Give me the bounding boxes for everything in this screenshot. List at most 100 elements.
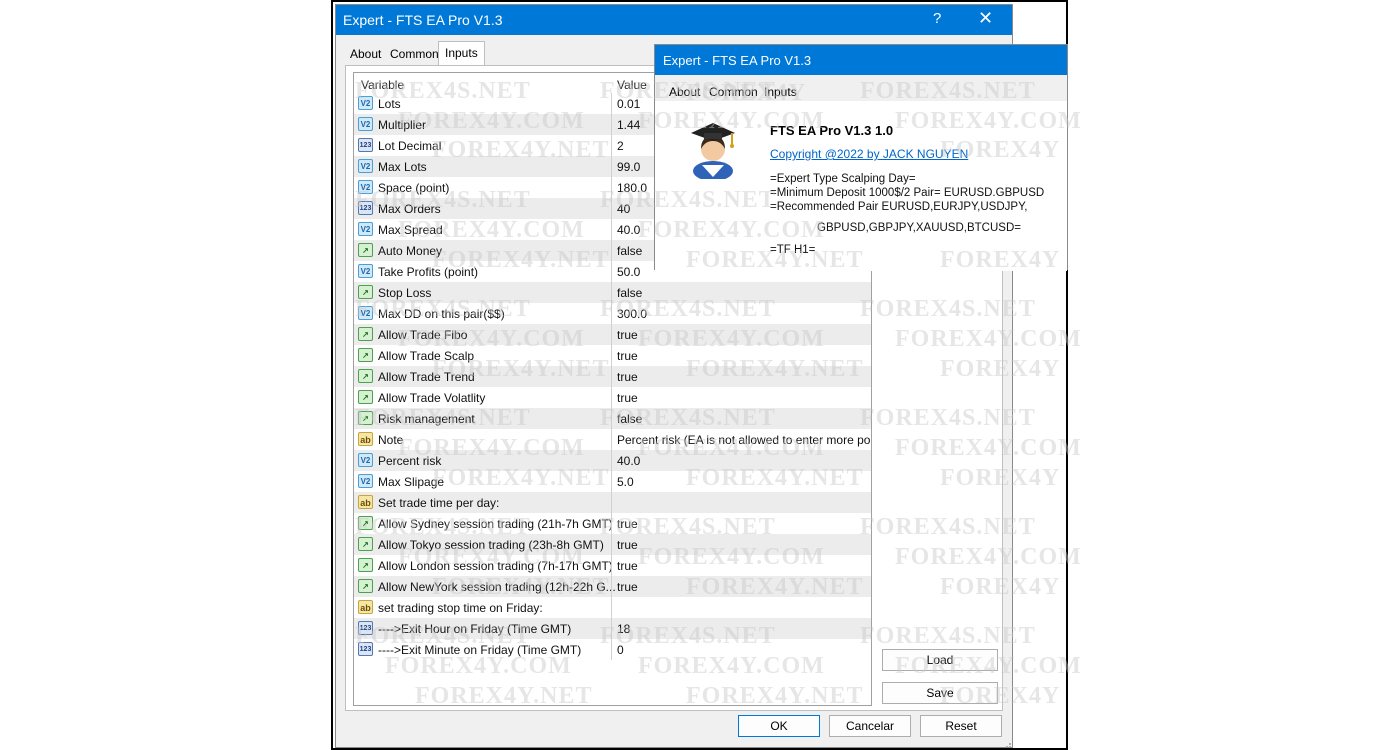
input-row[interactable]: 123 ---->Exit Hour on Friday (Time GMT) 18 xyxy=(354,618,871,639)
resize-grip-icon[interactable] xyxy=(1003,740,1012,749)
reset-button[interactable]: Reset xyxy=(920,715,1002,737)
about-line-3: =Recommended Pair EURUSD,EURJPY,USDJPY, xyxy=(770,201,1028,213)
input-value[interactable]: 0.01 xyxy=(617,97,640,111)
input-value-cell[interactable]: true xyxy=(611,576,871,597)
input-value[interactable]: true xyxy=(617,349,638,363)
input-value-cell[interactable]: true xyxy=(611,387,871,408)
input-value-cell[interactable]: Percent risk (EA is not allowed to enter… xyxy=(611,429,871,450)
input-value-cell[interactable] xyxy=(611,492,871,513)
input-value-cell[interactable]: 0 xyxy=(611,639,871,660)
save-button[interactable]: Save xyxy=(882,682,998,704)
input-value[interactable]: 180.0 xyxy=(617,181,647,195)
input-variable-name: Percent risk xyxy=(378,454,442,468)
input-value[interactable]: true xyxy=(617,370,638,384)
input-variable-name: Lot Decimal xyxy=(378,139,442,153)
input-value-cell[interactable]: 300.0 xyxy=(611,303,871,324)
input-row[interactable]: ab set trading stop time on Friday: xyxy=(354,597,871,618)
main-titlebar[interactable]: Expert - FTS EA Pro V1.3 ? ✕ xyxy=(336,5,1012,35)
cancel-button[interactable]: Cancelar xyxy=(829,715,911,737)
input-value[interactable]: true xyxy=(617,580,638,594)
input-value-cell[interactable]: false xyxy=(611,408,871,429)
about-line-1: =Expert Type Scalping Day= xyxy=(770,173,916,185)
input-value[interactable]: false xyxy=(617,412,642,426)
input-row[interactable]: V2 Percent risk 40.0 xyxy=(354,450,871,471)
close-button[interactable]: ✕ xyxy=(978,8,993,29)
double-type-icon: V2 xyxy=(358,96,373,110)
input-row[interactable]: ↗ Allow Trade Volatlity true xyxy=(354,387,871,408)
input-value[interactable]: 40.0 xyxy=(617,223,640,237)
input-value-cell[interactable]: 40.0 xyxy=(611,450,871,471)
tab-about[interactable]: About xyxy=(344,43,387,65)
input-row[interactable]: ab Set trade time per day: xyxy=(354,492,871,513)
input-row[interactable]: V2 Max Slipage 5.0 xyxy=(354,471,871,492)
input-value-cell[interactable] xyxy=(611,597,871,618)
input-value-cell[interactable]: true xyxy=(611,366,871,387)
input-row[interactable]: ↗ Allow Trade Trend true xyxy=(354,366,871,387)
tab-inputs[interactable]: Inputs xyxy=(438,41,485,66)
about-tab-about[interactable]: About xyxy=(669,85,700,99)
input-value-cell[interactable]: false xyxy=(611,282,871,303)
input-value[interactable]: true xyxy=(617,538,638,552)
input-value[interactable]: 40 xyxy=(617,202,630,216)
bool-type-icon: ↗ xyxy=(358,579,373,593)
input-value[interactable]: false xyxy=(617,286,642,300)
input-value[interactable]: true xyxy=(617,559,638,573)
bool-type-icon: ↗ xyxy=(358,537,373,551)
load-button[interactable]: Load xyxy=(882,649,998,671)
input-value[interactable]: 1.44 xyxy=(617,118,640,132)
double-type-icon: V2 xyxy=(358,222,373,236)
input-variable-name: Allow London session trading (7h-17h GMT… xyxy=(378,559,613,573)
input-value[interactable]: true xyxy=(617,391,638,405)
input-value[interactable]: 300.0 xyxy=(617,307,647,321)
input-row[interactable]: V2 Max DD on this pair($$) 300.0 xyxy=(354,303,871,324)
bool-type-icon: ↗ xyxy=(358,243,373,257)
input-value[interactable]: Percent risk (EA is not allowed to enter… xyxy=(617,433,871,447)
bool-type-icon: ↗ xyxy=(358,369,373,383)
input-value-cell[interactable]: true xyxy=(611,324,871,345)
input-value-cell[interactable]: 18 xyxy=(611,618,871,639)
copyright-link[interactable]: Copyright @2022 by JACK NGUYEN xyxy=(770,147,968,161)
input-value[interactable]: 0 xyxy=(617,643,624,657)
string-type-icon: ab xyxy=(358,495,373,509)
about-tab-inputs[interactable]: Inputs xyxy=(764,85,797,99)
input-row[interactable]: ↗ Allow London session trading (7h-17h GM… xyxy=(354,555,871,576)
input-value[interactable]: true xyxy=(617,328,638,342)
input-variable-name: ---->Exit Hour on Friday (Time GMT) xyxy=(378,622,572,636)
input-row[interactable]: ↗ Allow Trade Scalp true xyxy=(354,345,871,366)
input-variable-name: Lots xyxy=(378,97,401,111)
input-row[interactable]: ↗ Allow Sydney session trading (21h-7h GM… xyxy=(354,513,871,534)
header-value[interactable]: Value xyxy=(617,78,647,92)
input-value[interactable]: 18 xyxy=(617,622,630,636)
input-value[interactable]: 5.0 xyxy=(617,475,634,489)
input-row[interactable]: ↗ Allow Tokyo session trading (23h-8h GMT… xyxy=(354,534,871,555)
input-row[interactable]: ↗ Risk management false xyxy=(354,408,871,429)
input-value[interactable]: 50.0 xyxy=(617,265,640,279)
tab-common[interactable]: Common xyxy=(384,43,445,65)
about-tab-common[interactable]: Common xyxy=(709,85,758,99)
input-row[interactable]: ↗ Stop Loss false xyxy=(354,282,871,303)
input-value-cell[interactable]: true xyxy=(611,555,871,576)
input-variable-name: Allow Trade Scalp xyxy=(378,349,475,363)
input-value[interactable]: 2 xyxy=(617,139,624,153)
double-type-icon: V2 xyxy=(358,306,373,320)
input-value[interactable]: 99.0 xyxy=(617,160,640,174)
input-row[interactable]: ↗ Allow Trade Fibo true xyxy=(354,324,871,345)
input-value-cell[interactable]: true xyxy=(611,345,871,366)
ok-button[interactable]: OK xyxy=(738,715,820,737)
input-row[interactable]: ↗ Allow NewYork session trading (12h-22h … xyxy=(354,576,871,597)
bool-type-icon: ↗ xyxy=(358,285,373,299)
input-value-cell[interactable]: true xyxy=(611,534,871,555)
help-button[interactable]: ? xyxy=(933,10,941,27)
input-variable-name: Max Slipage xyxy=(378,475,445,489)
bool-type-icon: ↗ xyxy=(358,348,373,362)
input-value-cell[interactable]: 5.0 xyxy=(611,471,871,492)
input-value[interactable]: false xyxy=(617,244,642,258)
input-value[interactable]: 40.0 xyxy=(617,454,640,468)
about-titlebar[interactable]: Expert - FTS EA Pro V1.3 xyxy=(655,45,1067,75)
header-variable[interactable]: Variable xyxy=(361,78,404,92)
input-row[interactable]: 123 ---->Exit Minute on Friday (Time GMT)… xyxy=(354,639,871,660)
input-variable-name: Take Profits (point) xyxy=(378,265,479,279)
input-value[interactable]: true xyxy=(617,517,638,531)
input-value-cell[interactable]: true xyxy=(611,513,871,534)
input-row[interactable]: ab Note Percent risk (EA is not allowed to… xyxy=(354,429,871,450)
